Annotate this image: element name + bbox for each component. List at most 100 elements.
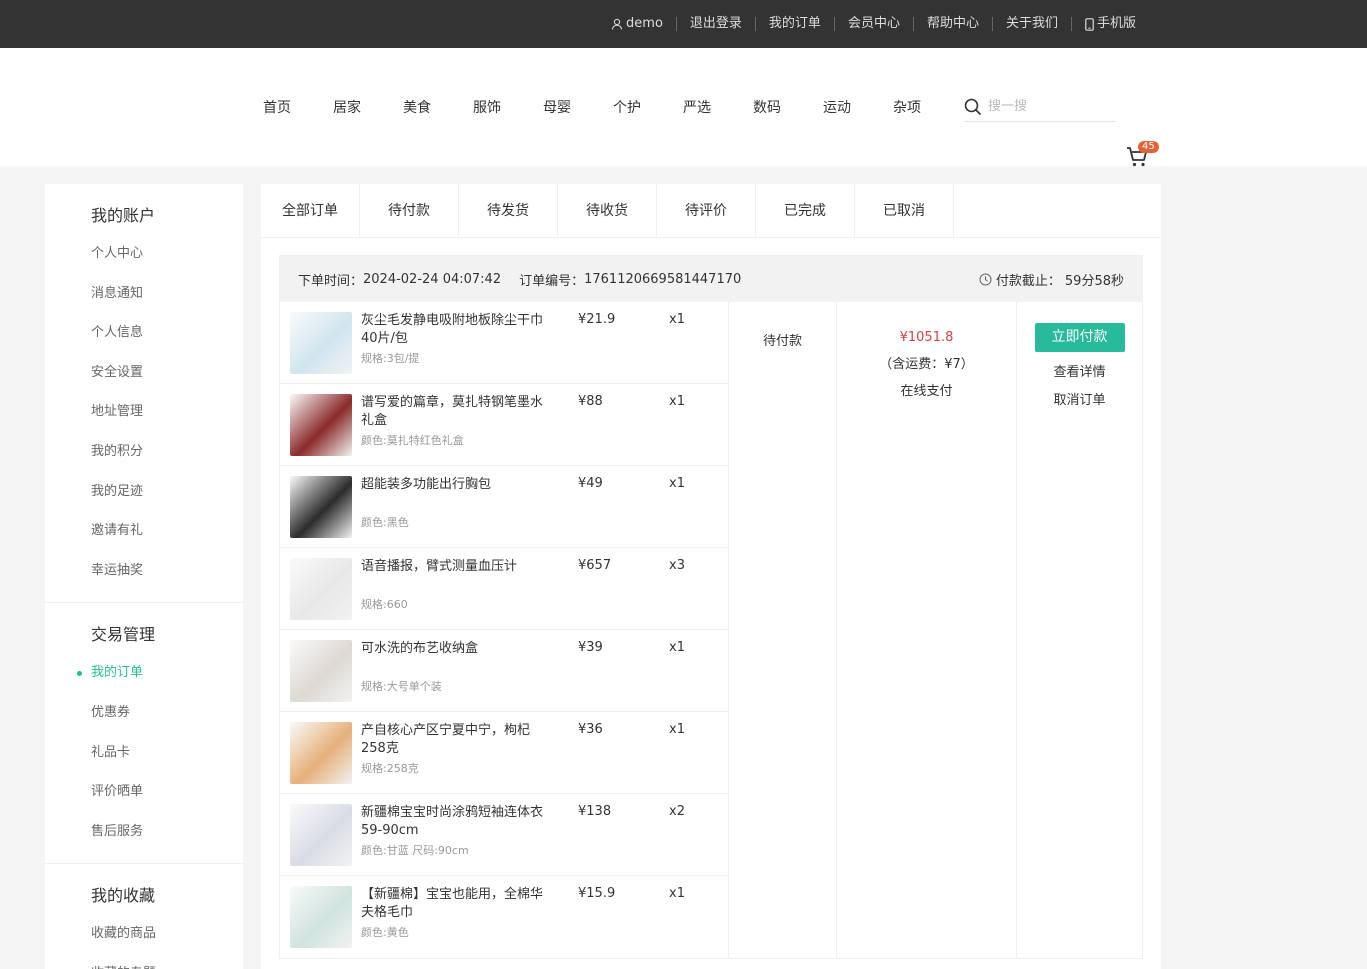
goods-qty: x1 bbox=[669, 312, 685, 327]
search-input[interactable] bbox=[988, 99, 1108, 114]
main-area: 我的账户 个人中心 消息通知 个人信息 安全设置 地址管理 我的积分 我的足迹 … bbox=[0, 166, 1367, 969]
order-amount: ¥1051.8 bbox=[899, 330, 954, 345]
logout-link[interactable]: 退出登录 bbox=[675, 17, 755, 31]
goods-info: 产自核心产区宁夏中宁，枸杞258克规格:258克 bbox=[361, 722, 547, 793]
tab-completed[interactable]: 已完成 bbox=[756, 184, 855, 238]
goods-info: 可水洗的布艺收纳盒 规格:大号单个装 bbox=[361, 640, 547, 711]
goods-name[interactable]: 超能装多功能出行胸包 bbox=[361, 476, 547, 512]
view-detail-link[interactable]: 查看详情 bbox=[1017, 361, 1142, 380]
goods-row: 谱写爱的篇章，莫扎特钢笔墨水礼盒 颜色:莫扎特红色礼盒 ¥88 x1 bbox=[280, 384, 728, 466]
nav-item[interactable]: 个护 bbox=[613, 97, 683, 117]
goods-price: ¥36 bbox=[578, 722, 603, 737]
tab-to-ship[interactable]: 待发货 bbox=[459, 184, 558, 238]
goods-image[interactable] bbox=[290, 312, 352, 374]
sidebar-item[interactable]: 个人信息 bbox=[91, 313, 243, 353]
freight-text: （含运费：¥7） bbox=[879, 357, 974, 372]
goods-price: ¥49 bbox=[578, 476, 603, 491]
goods-name[interactable]: 灰尘毛发静电吸附地板除尘干巾40片/包 bbox=[361, 312, 547, 348]
nav-item[interactable]: 美食 bbox=[403, 97, 473, 117]
tab-to-review[interactable]: 待评价 bbox=[657, 184, 756, 238]
nav-item[interactable]: 严选 bbox=[683, 97, 753, 117]
sidebar: 我的账户 个人中心 消息通知 个人信息 安全设置 地址管理 我的积分 我的足迹 … bbox=[45, 184, 243, 969]
deadline-value: 59分58秒 bbox=[1064, 273, 1124, 289]
nav-item[interactable]: 运动 bbox=[823, 97, 893, 117]
nav-item[interactable]: 数码 bbox=[753, 97, 823, 117]
nav-item[interactable]: 首页 bbox=[263, 97, 333, 117]
goods-qty: x1 bbox=[669, 476, 685, 491]
goods-image[interactable] bbox=[290, 886, 352, 948]
goods-name[interactable]: 可水洗的布艺收纳盒 bbox=[361, 640, 547, 676]
sidebar-item[interactable]: 邀请有礼 bbox=[91, 511, 243, 551]
goods-image[interactable] bbox=[290, 722, 352, 784]
tab-all[interactable]: 全部订单 bbox=[261, 184, 360, 238]
goods-attr: 规格:258克 bbox=[361, 762, 419, 775]
sidebar-item[interactable]: 个人中心 bbox=[91, 234, 243, 274]
sidebar-group-title: 交易管理 bbox=[91, 625, 156, 645]
sidebar-item[interactable]: 幸运抽奖 bbox=[91, 551, 243, 591]
search-icon[interactable] bbox=[964, 98, 982, 116]
cart-button[interactable]: 45 bbox=[1126, 141, 1159, 168]
sidebar-item[interactable]: 收藏的商品 bbox=[91, 914, 243, 954]
goods-qty: x1 bbox=[669, 394, 685, 409]
order-tabs: 全部订单 待付款 待发货 待收货 待评价 已完成 已取消 bbox=[261, 184, 1161, 238]
sidebar-item[interactable]: 收藏的专题 bbox=[91, 954, 243, 969]
goods-qty: x3 bbox=[669, 558, 685, 573]
phone-icon bbox=[1085, 17, 1094, 31]
goods-name[interactable]: 谱写爱的篇章，莫扎特钢笔墨水礼盒 bbox=[361, 394, 547, 430]
tab-unpaid[interactable]: 待付款 bbox=[360, 184, 459, 238]
order-actions-col: 立即付款 查看详情 取消订单 bbox=[1017, 302, 1142, 958]
order-time: 2024-02-24 04:07:42 bbox=[363, 271, 502, 287]
cancel-order-link[interactable]: 取消订单 bbox=[1017, 389, 1142, 408]
goods-info: 超能装多功能出行胸包 颜色:黑色 bbox=[361, 476, 547, 547]
sidebar-item[interactable]: 消息通知 bbox=[91, 274, 243, 314]
nav-item[interactable]: 杂项 bbox=[893, 97, 963, 117]
sidebar-item[interactable]: 安全设置 bbox=[91, 353, 243, 393]
about-link[interactable]: 关于我们 bbox=[991, 17, 1071, 31]
goods-price: ¥21.9 bbox=[578, 312, 616, 327]
cart-badge: 45 bbox=[1138, 141, 1159, 153]
goods-name[interactable]: 【新疆棉】宝宝也能用，全棉华夫格毛巾 bbox=[361, 886, 547, 922]
goods-image[interactable] bbox=[290, 476, 352, 538]
goods-image[interactable] bbox=[290, 640, 352, 702]
goods-qty: x2 bbox=[669, 804, 685, 819]
goods-info: 【新疆棉】宝宝也能用，全棉华夫格毛巾 颜色:黄色 bbox=[361, 886, 547, 958]
sidebar-item[interactable]: 售后服务 bbox=[91, 812, 243, 852]
order-header: 下单时间： 2024-02-24 04:07:42 订单编号： 17611206… bbox=[280, 256, 1142, 302]
goods-attr: 颜色:甘蓝 尺码:90cm bbox=[361, 844, 469, 857]
sidebar-item[interactable]: 我的积分 bbox=[91, 432, 243, 472]
sidebar-item-my-orders[interactable]: 我的订单 bbox=[77, 653, 243, 693]
help-center-link[interactable]: 帮助中心 bbox=[912, 17, 992, 31]
goods-image[interactable] bbox=[290, 804, 352, 866]
goods-info: 语音播报，臂式测量血压计规格:660 bbox=[361, 558, 547, 629]
tab-to-receive[interactable]: 待收货 bbox=[558, 184, 657, 238]
goods-price: ¥15.9 bbox=[578, 886, 616, 901]
member-center-link[interactable]: 会员中心 bbox=[833, 17, 913, 31]
goods-row: 语音播报，臂式测量血压计 规格:660 ¥657 x3 bbox=[280, 548, 728, 630]
nav-item[interactable]: 居家 bbox=[333, 97, 403, 117]
goods-image[interactable] bbox=[290, 394, 352, 456]
order-no: 1761120669581447170 bbox=[584, 271, 742, 287]
order-amount-col: ¥1051.8 （含运费：¥7） 在线支付 bbox=[837, 302, 1017, 958]
goods-name[interactable]: 语音播报，臂式测量血压计 bbox=[361, 558, 547, 594]
sidebar-item[interactable]: 优惠券 bbox=[91, 693, 243, 733]
goods-attr: 规格:660 bbox=[361, 598, 408, 611]
goods-attr: 规格:3包/提 bbox=[361, 352, 420, 365]
goods-image[interactable] bbox=[290, 558, 352, 620]
goods-name[interactable]: 新疆棉宝宝时尚涂鸦短袖连体衣59-90cm bbox=[361, 804, 547, 840]
goods-row: 新疆棉宝宝时尚涂鸦短袖连体衣59-90cm 颜色:甘蓝 尺码:90cm ¥138 x2 bbox=[280, 794, 728, 876]
user-link[interactable]: demo bbox=[598, 17, 676, 31]
sidebar-item[interactable]: 地址管理 bbox=[91, 392, 243, 432]
nav-item[interactable]: 母婴 bbox=[543, 97, 613, 117]
pay-now-button[interactable]: 立即付款 bbox=[1034, 323, 1125, 352]
sidebar-item[interactable]: 礼品卡 bbox=[91, 733, 243, 773]
goods-info: 谱写爱的篇章，莫扎特钢笔墨水礼盒 颜色:莫扎特红色礼盒 bbox=[361, 394, 547, 465]
goods-row: 灰尘毛发静电吸附地板除尘干巾40片/包规格:3包/提 ¥21.9 x1 bbox=[280, 302, 728, 384]
goods-row: 产自核心产区宁夏中宁，枸杞258克 规格:258克 ¥36 x1 bbox=[280, 712, 728, 794]
sidebar-item[interactable]: 评价晒单 bbox=[91, 772, 243, 812]
tab-cancelled[interactable]: 已取消 bbox=[855, 184, 954, 238]
sidebar-item[interactable]: 我的足迹 bbox=[91, 472, 243, 512]
mobile-link[interactable]: 手机版 bbox=[1070, 17, 1149, 31]
nav-item[interactable]: 服饰 bbox=[473, 97, 543, 117]
my-orders-link[interactable]: 我的订单 bbox=[754, 17, 834, 31]
goods-name[interactable]: 产自核心产区宁夏中宁，枸杞258克 bbox=[361, 722, 547, 758]
